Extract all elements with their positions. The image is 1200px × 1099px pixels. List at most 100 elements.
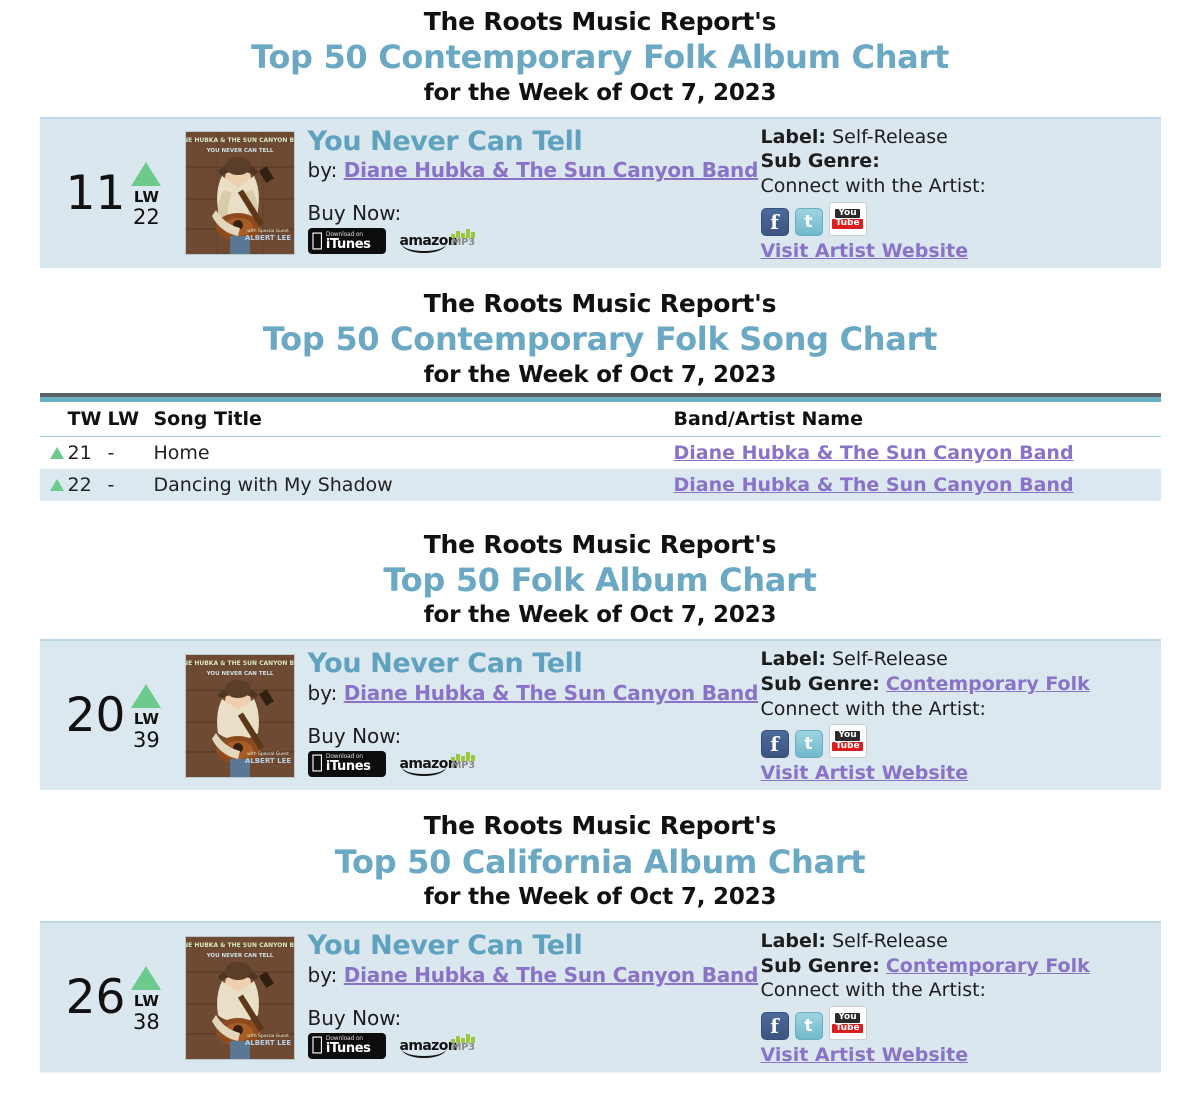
twitter-icon[interactable]: t (794, 730, 823, 759)
svg-text:ALBERT LEE: ALBERT LEE (244, 234, 291, 242)
youtube-icon[interactable]: You Tube (828, 201, 867, 236)
apple-logo-icon:  (312, 1035, 323, 1054)
table-row: 21 - Home Diane Hubka & The Sun Canyon B… (40, 436, 1161, 469)
up-arrow-icon (49, 446, 64, 459)
rank-trend-group: LW 39 (131, 678, 162, 753)
visit-artist-website-link[interactable]: Visit Artist Website (761, 762, 969, 784)
youtube-you-label: You (835, 208, 860, 219)
twitter-icon[interactable]: t (794, 207, 823, 236)
svg-text:YOU NEVER CAN TELL: YOU NEVER CAN TELL (205, 671, 273, 677)
album-cover-image[interactable]: DIANE HUBKA & THE SUN CANYON BAND YOU NE… (184, 653, 295, 778)
youtube-tube-label: Tube (832, 218, 863, 229)
amazon-mp3-badge-icon[interactable]: amazon MP3 (400, 751, 480, 776)
up-arrow-icon (49, 478, 64, 491)
last-week-label: LW (133, 187, 159, 206)
itunes-label: iTunes (314, 236, 371, 252)
col-band-artist: Band/Artist Name (673, 401, 1161, 437)
facebook-icon[interactable]: f (760, 207, 789, 236)
trend-cell (40, 436, 68, 469)
chart-header-contemporary-folk-song: The Roots Music Report's Top 50 Contempo… (0, 282, 1200, 393)
rank-trend-group: LW 38 (131, 960, 162, 1035)
up-arrow-icon (131, 966, 162, 991)
label-row: Label: Self-Release (761, 929, 1161, 954)
rank-cell: 20 LW 39 (40, 641, 182, 790)
artist-link[interactable]: Diane Hubka & The Sun Canyon Band (674, 442, 1074, 464)
album-byline: by: Diane Hubka & The Sun Canyon Band (308, 680, 761, 707)
artist-link[interactable]: Diane Hubka & The Sun Canyon Band (344, 681, 759, 705)
apple-logo-icon:  (312, 753, 323, 772)
last-week-rank: 38 (133, 1009, 160, 1034)
last-week-label: LW (133, 710, 159, 729)
buy-buttons-group:  Download on iTunes amazon (307, 750, 761, 777)
by-label: by: (307, 680, 338, 705)
itunes-label: iTunes (314, 759, 371, 775)
col-lw: LW (107, 401, 154, 437)
publisher-line: The Roots Music Report's (423, 811, 777, 841)
label-key: Label: (760, 125, 827, 148)
label-value: Self-Release (832, 125, 948, 148)
amazon-mp3-badge-icon[interactable]: amazon MP3 (400, 1033, 480, 1058)
chart-header-contemporary-folk-album: The Roots Music Report's Top 50 Contempo… (0, 0, 1200, 111)
album-art-cell[interactable]: DIANE HUBKA & THE SUN CANYON BAND YOU NE… (182, 923, 298, 1072)
album-art-cell[interactable]: DIANE HUBKA & THE SUN CANYON BAND YOU NE… (182, 641, 298, 790)
album-info-cell: You Never Can Tell by: Diane Hubka & The… (298, 923, 761, 1072)
visit-artist-website-link[interactable]: Visit Artist Website (761, 1044, 969, 1066)
itunes-badge-icon[interactable]:  Download on iTunes (307, 750, 386, 777)
itunes-label: iTunes (314, 1041, 371, 1057)
last-week-rank: 22 (133, 205, 160, 230)
album-art-cell[interactable]: DIANE HUBKA & THE SUN CANYON BAND YOU NE… (182, 119, 298, 268)
facebook-icon[interactable]: f (760, 1012, 789, 1041)
song-title-cell: Dancing with My Shadow (153, 473, 393, 496)
youtube-icon[interactable]: You Tube (828, 724, 867, 759)
youtube-icon[interactable]: You Tube (828, 1006, 867, 1041)
album-entry-row: 26 LW 38 DIANE HUBKA & THE SUN CANYON B (39, 923, 1161, 1073)
chart-title: Top 50 Contemporary Folk Song Chart (262, 320, 938, 359)
social-links-row: f t You Tube (760, 201, 1161, 236)
tw-cell: 21 (67, 441, 92, 464)
amazon-smile-icon (401, 244, 446, 254)
svg-text:ALBERT LEE: ALBERT LEE (244, 757, 291, 765)
sub-genre-value[interactable]: Contemporary Folk (886, 673, 1090, 695)
chart-week-line: for the Week of Oct 7, 2023 (423, 602, 777, 629)
sub-genre-value[interactable]: Contemporary Folk (886, 955, 1090, 977)
album-meta-cell: Label: Self-Release Sub Genre: Contempor… (760, 923, 1161, 1072)
sub-genre-key: Sub Genre: (760, 672, 880, 695)
up-arrow-icon (131, 161, 162, 186)
chart-title: Top 50 Folk Album Chart (383, 560, 817, 599)
amazon-mp3-label: MP3 (451, 1041, 476, 1053)
youtube-you-label: You (835, 1012, 860, 1023)
connect-label: Connect with the Artist: (760, 697, 986, 720)
artist-link[interactable]: Diane Hubka & The Sun Canyon Band (674, 474, 1074, 496)
album-cover-image[interactable]: DIANE HUBKA & THE SUN CANYON BAND YOU NE… (184, 131, 295, 256)
buy-now-label: Buy Now: (307, 1005, 402, 1030)
chart-title: Top 50 Contemporary Folk Album Chart (251, 38, 949, 77)
artist-link[interactable]: Diane Hubka & The Sun Canyon Band (344, 963, 759, 987)
album-entry-row: 11 LW 22 E HUBKA & THE SUN CANYON B YOU … (39, 118, 1161, 268)
rank-this-week: 20 (65, 688, 126, 744)
album-byline: by: Diane Hubka & The Sun Canyon Band (308, 157, 761, 184)
album-meta-cell: Label: Self-Release Sub Genre: Connect w… (760, 119, 1161, 268)
svg-text:ALBERT LEE: ALBERT LEE (244, 1039, 291, 1047)
buy-buttons-group:  Download on iTunes amazon (307, 1032, 761, 1059)
label-row: Label: Self-Release (761, 125, 1161, 150)
label-row: Label: Self-Release (761, 647, 1161, 672)
sub-genre-row: Sub Genre: (761, 149, 1161, 174)
label-value: Self-Release (832, 930, 948, 953)
chart-week-line: for the Week of Oct 7, 2023 (423, 884, 777, 911)
social-links-row: f t You Tube (760, 724, 1161, 759)
amazon-smile-icon (401, 1049, 446, 1058)
twitter-icon[interactable]: t (794, 1012, 823, 1041)
facebook-icon[interactable]: f (760, 730, 789, 759)
itunes-badge-icon[interactable]:  Download on iTunes (307, 228, 386, 255)
svg-text:YOU NEVER CAN TELL: YOU NEVER CAN TELL (205, 953, 273, 959)
artist-link[interactable]: Diane Hubka & The Sun Canyon Band (344, 158, 759, 182)
itunes-badge-icon[interactable]:  Download on iTunes (307, 1032, 386, 1059)
amazon-mp3-badge-icon[interactable]: amazon MP3 (400, 229, 480, 254)
song-title-cell: Home (153, 441, 210, 464)
visit-artist-website-link[interactable]: Visit Artist Website (761, 240, 969, 262)
publisher-line: The Roots Music Report's (423, 7, 777, 36)
album-cover-image[interactable]: DIANE HUBKA & THE SUN CANYON BAND YOU NE… (184, 935, 295, 1060)
youtube-you-label: You (835, 730, 860, 741)
svg-text:DIANE HUBKA & THE SUN CANYON B: DIANE HUBKA & THE SUN CANYON BAND (186, 942, 294, 949)
